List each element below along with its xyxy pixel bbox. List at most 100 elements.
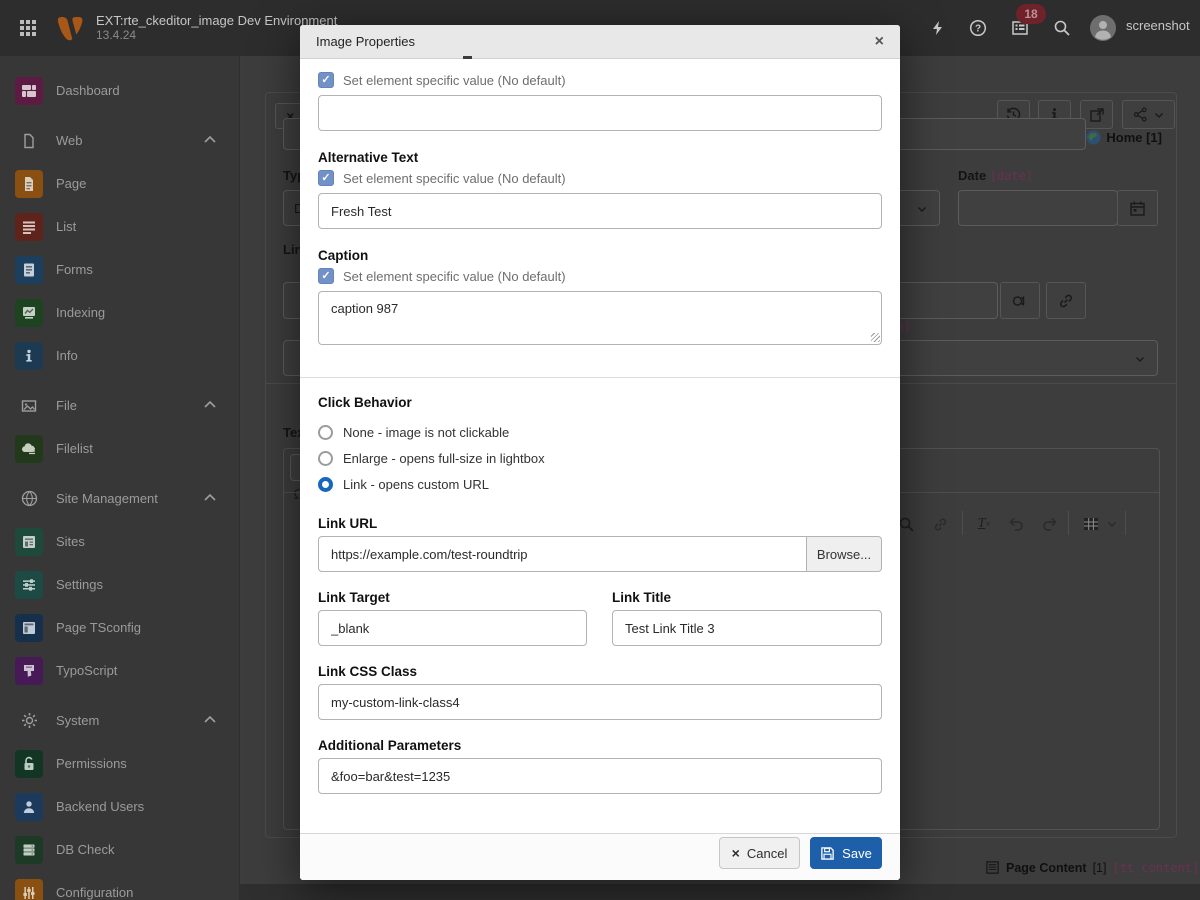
sidebar-section-system[interactable]: System — [0, 699, 239, 742]
app-grid-icon[interactable] — [16, 16, 40, 40]
radio-enlarge[interactable]: Enlarge - opens full-size in lightbox — [318, 451, 545, 466]
chevron-up-icon — [203, 133, 217, 147]
calendar-icon — [1129, 200, 1146, 217]
configuration-sliders-icon — [15, 879, 43, 900]
info-icon — [15, 342, 43, 370]
rte-link-button[interactable] — [927, 511, 953, 537]
sidebar-item-dashboard[interactable]: Dashboard — [0, 69, 239, 112]
title-override-checkbox[interactable]: ✓ Set element specific value (No default… — [318, 72, 566, 88]
record-link-button[interactable] — [1000, 282, 1040, 319]
alt-text-input[interactable] — [318, 193, 882, 229]
caption-override-checkbox[interactable]: ✓ Set element specific value (No default… — [318, 268, 566, 284]
file-image-icon — [15, 392, 43, 420]
content-element-icon — [985, 860, 1000, 875]
sidebar-item-sites[interactable]: Sites — [0, 520, 239, 563]
redo-icon — [1041, 515, 1059, 533]
gear-icon — [15, 707, 43, 735]
sidebar-item-page-tsconfig[interactable]: Page TSconfig — [0, 606, 239, 649]
radio-unselected-icon — [318, 451, 333, 466]
table-icon — [1082, 515, 1100, 533]
radio-none[interactable]: None - image is not clickable — [318, 425, 509, 440]
cancel-button[interactable]: × Cancel — [719, 837, 800, 869]
checkbox-checked-icon: ✓ — [318, 268, 334, 284]
sites-icon — [15, 528, 43, 556]
rte-undo-button[interactable] — [1003, 511, 1029, 537]
sidebar-item-filelist[interactable]: Filelist — [0, 427, 239, 470]
username[interactable]: screenshot — [1126, 18, 1190, 33]
rte-redo-button[interactable] — [1037, 511, 1063, 537]
save-button[interactable]: Save — [810, 837, 882, 869]
globe-icon — [15, 485, 43, 513]
click-behavior-label: Click Behavior — [318, 395, 412, 410]
link-url-input[interactable] — [318, 536, 807, 572]
sidebar-item-typoscript[interactable]: TypoScript — [0, 649, 239, 692]
sidebar-item-backend-users[interactable]: Backend Users — [0, 785, 239, 828]
typoscript-brush-icon — [15, 657, 43, 685]
browse-button[interactable]: Browse... — [807, 536, 882, 572]
alt-override-checkbox[interactable]: ✓ Set element specific value (No default… — [318, 170, 566, 186]
link-title-input[interactable] — [612, 610, 882, 646]
chevron-up-icon — [203, 491, 217, 505]
sidebar-item-label: Dashboard — [56, 83, 120, 98]
link-target-label: Link Target — [318, 590, 390, 605]
sidebar-section-file[interactable]: File — [0, 384, 239, 427]
link-icon — [932, 516, 949, 533]
docbar-strip — [240, 884, 1200, 900]
search-icon[interactable] — [1050, 16, 1074, 40]
radio-selected-icon — [318, 477, 333, 492]
typo3-logo — [56, 13, 84, 43]
date-picker-button[interactable] — [1117, 190, 1158, 226]
database-icon — [15, 836, 43, 864]
link-browser-button[interactable] — [1046, 282, 1086, 319]
undo-icon — [1007, 515, 1025, 533]
modal-divider — [300, 377, 900, 378]
add-params-label: Additional Parameters — [318, 738, 461, 753]
sidebar-item-info[interactable]: Info — [0, 334, 239, 377]
cancel-x-icon: × — [732, 846, 740, 860]
rte-table-chevron[interactable] — [1104, 511, 1120, 537]
chevron-up-icon — [203, 398, 217, 412]
flush-cache-bolt-icon[interactable] — [926, 16, 950, 40]
indexing-chart-icon — [15, 299, 43, 327]
modal-title: Image Properties — [316, 34, 875, 49]
modal-close-button[interactable]: × — [875, 34, 884, 50]
notification-badge: 18 — [1016, 4, 1046, 24]
sidebar-section-site-management[interactable]: Site Management — [0, 477, 239, 520]
chevron-down-icon — [1107, 519, 1117, 529]
page-icon — [15, 170, 43, 198]
chevron-up-icon — [203, 713, 217, 727]
chevron-down-icon — [1135, 354, 1145, 364]
add-params-input[interactable] — [318, 758, 882, 794]
list-icon — [15, 213, 43, 241]
avatar[interactable] — [1090, 15, 1116, 41]
link-target-input[interactable] — [318, 610, 587, 646]
help-icon[interactable]: ? — [966, 16, 990, 40]
rte-separator — [962, 511, 963, 535]
link-css-label: Link CSS Class — [318, 664, 417, 679]
typo3-backend: EXT:rte_ckeditor_image Dev Environment 1… — [0, 0, 1200, 900]
radio-link[interactable]: Link - opens custom URL — [318, 477, 489, 492]
date-input[interactable] — [958, 190, 1118, 226]
link-title-label: Link Title — [612, 590, 671, 605]
rte-remove-format-button[interactable]: T× — [971, 511, 997, 537]
sidebar-item-db-check[interactable]: DB Check — [0, 828, 239, 871]
sidebar-item-forms[interactable]: Forms — [0, 248, 239, 291]
sidebar-item-indexing[interactable]: Indexing — [0, 291, 239, 334]
title-input[interactable] — [318, 95, 882, 131]
alt-text-label: Alternative Text — [318, 150, 418, 165]
sidebar-section-web[interactable]: Web — [0, 119, 239, 162]
filelist-icon — [15, 435, 43, 463]
textarea-resize-grip[interactable] — [871, 333, 880, 342]
svg-text:?: ? — [975, 24, 981, 35]
sidebar-item-permissions[interactable]: Permissions — [0, 742, 239, 785]
sidebar-item-page[interactable]: Page — [0, 162, 239, 205]
record-uid: [1] — [1093, 861, 1107, 875]
settings-sliders-icon — [15, 571, 43, 599]
rte-table-button[interactable] — [1078, 511, 1104, 537]
caption-textarea[interactable]: caption 987 — [318, 291, 882, 345]
link-css-input[interactable] — [318, 684, 882, 720]
sidebar-item-configuration[interactable]: Configuration — [0, 871, 239, 900]
date-field-label: Date [date] — [958, 168, 1033, 183]
sidebar-item-list[interactable]: List — [0, 205, 239, 248]
sidebar-item-settings[interactable]: Settings — [0, 563, 239, 606]
